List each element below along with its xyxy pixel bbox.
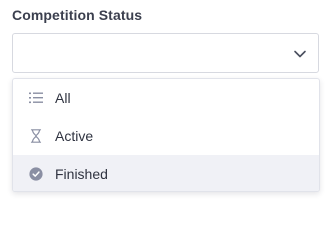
chevron-down-icon[interactable] bbox=[292, 46, 308, 62]
option-label: All bbox=[55, 90, 71, 106]
hourglass-icon bbox=[30, 129, 42, 143]
option-label: Finished bbox=[55, 166, 108, 182]
check-circle-icon bbox=[29, 167, 43, 181]
option-finished[interactable]: Finished bbox=[13, 155, 319, 191]
status-dropdown-menu: All Active Finished bbox=[12, 78, 320, 192]
status-select[interactable] bbox=[12, 33, 319, 73]
option-label: Active bbox=[55, 128, 94, 144]
competition-status-filter: Competition Status All Active Finished bbox=[0, 0, 333, 202]
list-icon bbox=[29, 92, 43, 104]
option-all[interactable]: All bbox=[13, 79, 319, 117]
field-label: Competition Status bbox=[12, 7, 143, 23]
option-active[interactable]: Active bbox=[13, 117, 319, 155]
